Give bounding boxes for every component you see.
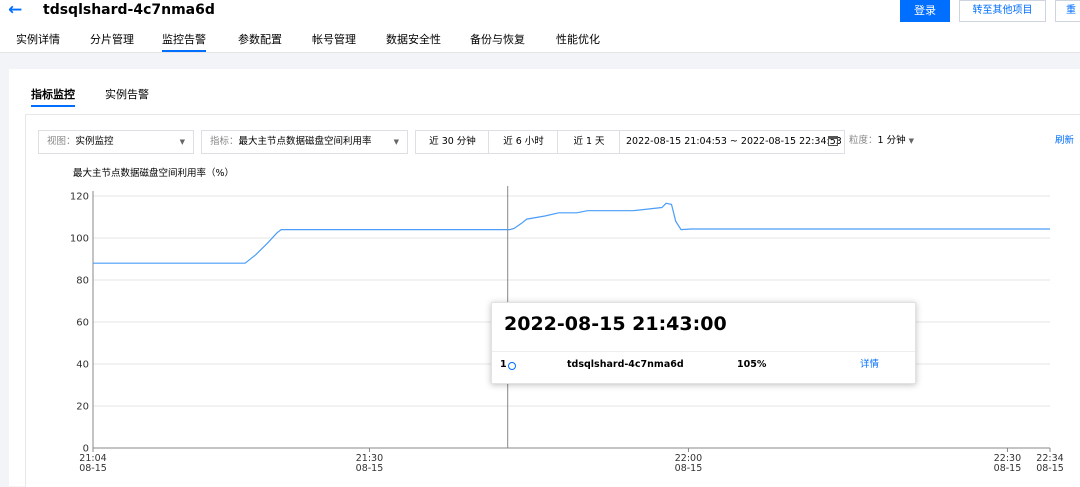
x-tick-date-label: 08-15 [356, 463, 384, 474]
y-tick-label: 20 [76, 402, 89, 413]
tooltip-index: 1 [500, 359, 507, 370]
x-tick-date-label: 08-15 [994, 463, 1022, 474]
x-tick-date-label: 08-15 [675, 463, 703, 474]
tooltip-instance: tdsqlshard-4c7nma6d [567, 359, 684, 370]
series-line [93, 202, 1050, 264]
y-tick-label: 40 [76, 360, 89, 371]
line-chart: 020406080100120 21:0408-1521:3008-1522:0… [70, 186, 1064, 474]
x-tick-date-label: 08-15 [1036, 463, 1064, 474]
tooltip-value: 105% [737, 359, 767, 370]
y-tick-label: 120 [70, 192, 89, 203]
tooltip-detail-link[interactable]: 详情 [860, 352, 879, 378]
series-dot-icon [508, 362, 516, 370]
y-tick-label: 60 [76, 318, 89, 329]
x-tick-date-label: 08-15 [79, 463, 107, 474]
y-tick-label: 80 [76, 276, 89, 287]
y-tick-label: 100 [70, 234, 89, 245]
chart-tooltip: 2022-08-15 21:43:00 1 tdsqlshard-4c7nma6… [491, 302, 916, 384]
tooltip-row: 1 tdsqlshard-4c7nma6d 105% 详情 [492, 351, 915, 378]
tooltip-time: 2022-08-15 21:43:00 [504, 313, 727, 335]
